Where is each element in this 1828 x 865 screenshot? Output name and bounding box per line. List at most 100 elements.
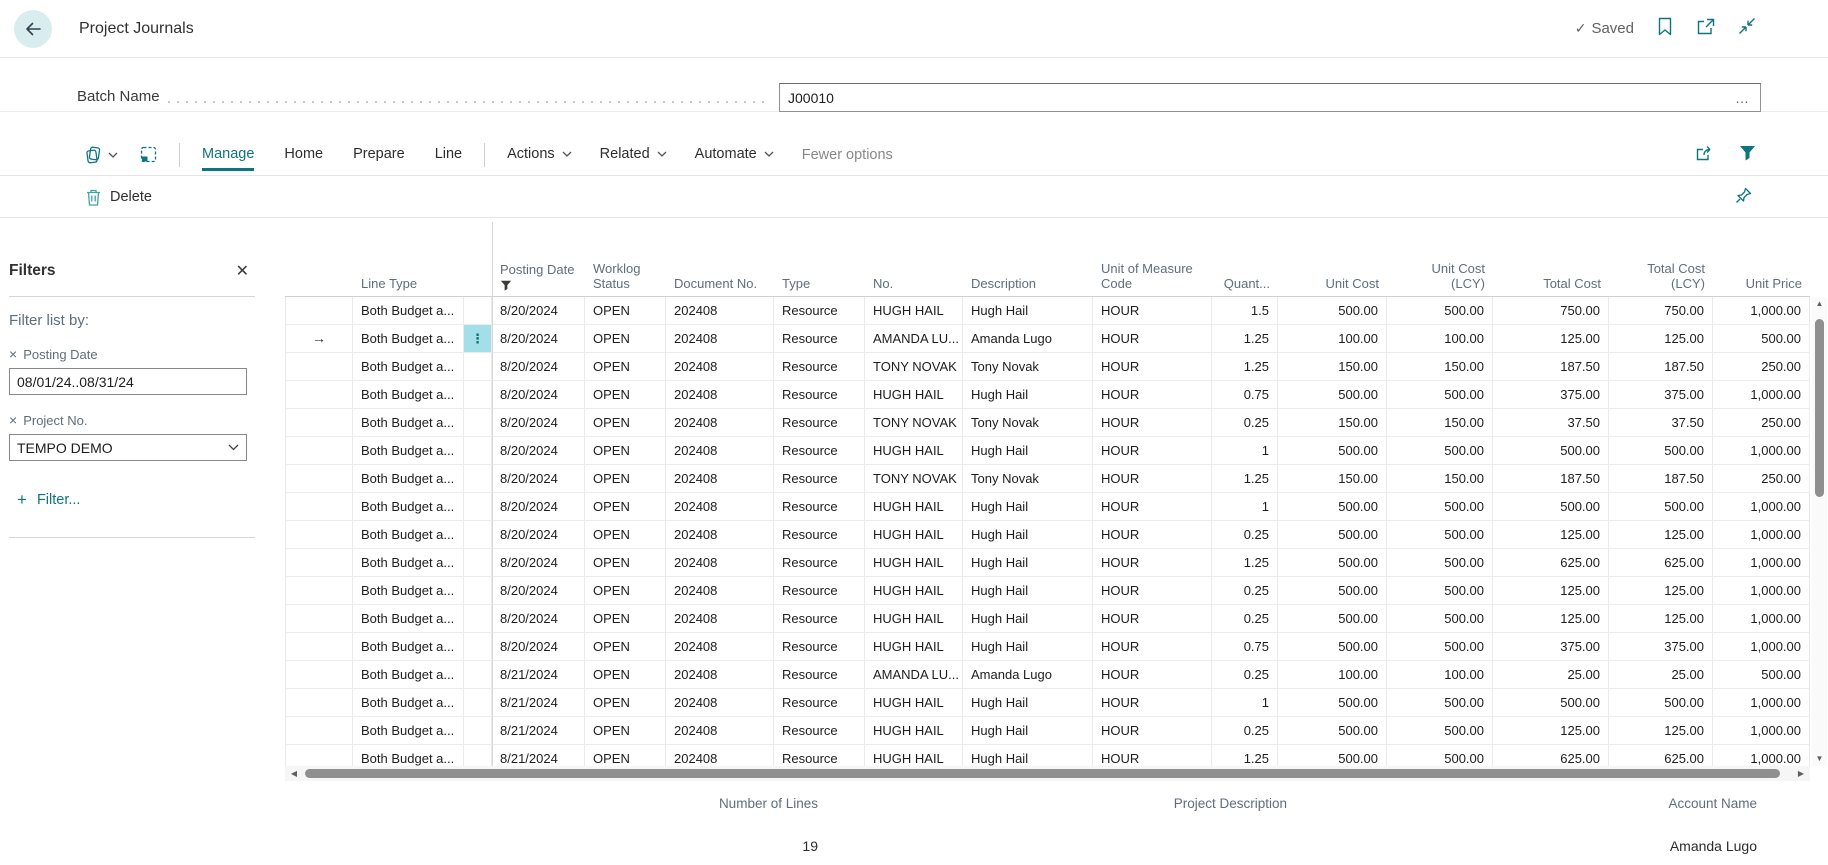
cell-description[interactable]: Hugh Hail <box>963 745 1093 766</box>
cell-total-cost[interactable]: 125.00 <box>1493 325 1609 352</box>
row-menu-cell[interactable]: ⋮ <box>464 521 492 548</box>
table-row[interactable]: → Both Budget a... ⋮ 8/20/2024 OPEN 2024… <box>285 577 1810 605</box>
cell-total-cost-lcy[interactable]: 500.00 <box>1609 437 1713 464</box>
cell-posting-date[interactable]: 8/21/2024 <box>492 745 585 766</box>
cell-description[interactable]: Amanda Lugo <box>963 325 1093 352</box>
cell-unit-cost-lcy[interactable]: 500.00 <box>1387 521 1493 548</box>
column-header-document-no[interactable]: Document No. <box>666 245 774 296</box>
cell-line-type[interactable]: Both Budget a... <box>353 437 464 464</box>
cell-quantity[interactable]: 0.75 <box>1212 381 1278 408</box>
cell-no[interactable]: TONY NOVAK <box>865 409 963 436</box>
cell-quantity[interactable]: 1.5 <box>1212 297 1278 324</box>
cell-quantity[interactable]: 1.25 <box>1212 465 1278 492</box>
row-selector-cell[interactable]: → <box>285 297 353 324</box>
cell-no[interactable]: HUGH HAIL <box>865 549 963 576</box>
cell-description[interactable]: Tony Novak <box>963 353 1093 380</box>
cell-unit-cost[interactable]: 500.00 <box>1278 689 1387 716</box>
cell-quantity[interactable]: 1 <box>1212 689 1278 716</box>
cell-description[interactable]: Hugh Hail <box>963 549 1093 576</box>
cell-no[interactable]: HUGH HAIL <box>865 577 963 604</box>
cell-no[interactable]: HUGH HAIL <box>865 493 963 520</box>
cell-no[interactable]: HUGH HAIL <box>865 689 963 716</box>
table-row[interactable]: → Both Budget a... ⋮ 8/20/2024 OPEN 2024… <box>285 297 1810 325</box>
cell-unit-of-measure[interactable]: HOUR <box>1093 745 1212 766</box>
cell-description[interactable]: Hugh Hail <box>963 689 1093 716</box>
cell-quantity[interactable]: 0.75 <box>1212 633 1278 660</box>
cell-total-cost[interactable]: 500.00 <box>1493 437 1609 464</box>
cell-unit-cost[interactable]: 150.00 <box>1278 409 1387 436</box>
cell-posting-date[interactable]: 8/20/2024 <box>492 549 585 576</box>
cell-unit-of-measure[interactable]: HOUR <box>1093 465 1212 492</box>
cell-unit-cost[interactable]: 500.00 <box>1278 493 1387 520</box>
cell-total-cost-lcy[interactable]: 750.00 <box>1609 297 1713 324</box>
cell-type[interactable]: Resource <box>774 297 865 324</box>
table-row[interactable]: → Both Budget a... ⋮ 8/20/2024 OPEN 2024… <box>285 605 1810 633</box>
cell-worklog-status[interactable]: OPEN <box>585 717 666 744</box>
cell-document-no[interactable]: 202408 <box>666 381 774 408</box>
cell-unit-price[interactable]: 1,000.00 <box>1713 717 1810 744</box>
row-selector-cell[interactable]: → <box>285 717 353 744</box>
row-menu-cell[interactable]: ⋮ <box>464 605 492 632</box>
cell-unit-cost[interactable]: 500.00 <box>1278 437 1387 464</box>
cell-total-cost[interactable]: 625.00 <box>1493 549 1609 576</box>
cell-quantity[interactable]: 1.25 <box>1212 549 1278 576</box>
table-row[interactable]: → Both Budget a... ⋮ 8/20/2024 OPEN 2024… <box>285 409 1810 437</box>
cell-worklog-status[interactable]: OPEN <box>585 521 666 548</box>
fewer-options-button[interactable]: Fewer options <box>802 147 893 163</box>
cell-total-cost-lcy[interactable]: 125.00 <box>1609 717 1713 744</box>
cell-posting-date[interactable]: 8/20/2024 <box>492 465 585 492</box>
cell-type[interactable]: Resource <box>774 549 865 576</box>
row-menu-cell[interactable]: ⋮ <box>464 633 492 660</box>
cell-document-no[interactable]: 202408 <box>666 549 774 576</box>
cell-document-no[interactable]: 202408 <box>666 661 774 688</box>
cell-unit-cost-lcy[interactable]: 150.00 <box>1387 465 1493 492</box>
batch-name-input[interactable] <box>780 90 1725 106</box>
cell-posting-date[interactable]: 8/20/2024 <box>492 353 585 380</box>
cell-unit-price[interactable]: 1,000.00 <box>1713 745 1810 766</box>
cell-total-cost[interactable]: 500.00 <box>1493 493 1609 520</box>
row-menu-cell[interactable]: ⋮ <box>464 465 492 492</box>
action-menu[interactable]: Actions <box>507 142 572 168</box>
cell-unit-of-measure[interactable]: HOUR <box>1093 325 1212 352</box>
cell-type[interactable]: Resource <box>774 717 865 744</box>
cell-quantity[interactable]: 0.25 <box>1212 605 1278 632</box>
row-menu-cell[interactable]: ⋮ <box>464 717 492 744</box>
cell-unit-of-measure[interactable]: HOUR <box>1093 717 1212 744</box>
cell-unit-price[interactable]: 1,000.00 <box>1713 493 1810 520</box>
cell-unit-of-measure[interactable]: HOUR <box>1093 605 1212 632</box>
action-tab[interactable]: Line <box>435 142 462 168</box>
cell-no[interactable]: HUGH HAIL <box>865 745 963 766</box>
row-selector-cell[interactable]: → <box>285 465 353 492</box>
cell-worklog-status[interactable]: OPEN <box>585 493 666 520</box>
cell-type[interactable]: Resource <box>774 465 865 492</box>
cell-unit-cost[interactable]: 500.00 <box>1278 717 1387 744</box>
table-row[interactable]: → Both Budget a... ⋮ 8/20/2024 OPEN 2024… <box>285 549 1810 577</box>
posting-date-filter-input[interactable] <box>9 368 247 395</box>
cell-unit-cost-lcy[interactable]: 500.00 <box>1387 297 1493 324</box>
cell-total-cost[interactable]: 500.00 <box>1493 689 1609 716</box>
cell-no[interactable]: HUGH HAIL <box>865 717 963 744</box>
row-menu-cell[interactable]: ⋮ <box>464 353 492 380</box>
row-menu-cell[interactable]: ⋮ <box>464 297 492 324</box>
cell-line-type[interactable]: Both Budget a... <box>353 549 464 576</box>
cell-document-no[interactable]: 202408 <box>666 297 774 324</box>
open-in-new-window-button[interactable] <box>1696 18 1715 40</box>
cell-document-no[interactable]: 202408 <box>666 689 774 716</box>
bookmark-button[interactable] <box>1657 17 1673 41</box>
cell-no[interactable]: TONY NOVAK <box>865 465 963 492</box>
cell-total-cost-lcy[interactable]: 125.00 <box>1609 521 1713 548</box>
cell-no[interactable]: TONY NOVAK <box>865 353 963 380</box>
cell-unit-cost[interactable]: 500.00 <box>1278 605 1387 632</box>
table-row[interactable]: → Both Budget a... ⋮ 8/21/2024 OPEN 2024… <box>285 745 1810 766</box>
cell-line-type[interactable]: Both Budget a... <box>353 493 464 520</box>
cell-document-no[interactable]: 202408 <box>666 325 774 352</box>
cell-posting-date[interactable]: 8/20/2024 <box>492 325 585 352</box>
cell-type[interactable]: Resource <box>774 437 865 464</box>
cell-worklog-status[interactable]: OPEN <box>585 465 666 492</box>
cell-line-type[interactable]: Both Budget a... <box>353 605 464 632</box>
cell-document-no[interactable]: 202408 <box>666 745 774 766</box>
filter-chip-project-no[interactable]: × Project No. <box>9 412 255 428</box>
cell-total-cost[interactable]: 625.00 <box>1493 745 1609 766</box>
cell-posting-date[interactable]: 8/21/2024 <box>492 717 585 744</box>
action-menu[interactable]: Automate <box>695 142 774 168</box>
